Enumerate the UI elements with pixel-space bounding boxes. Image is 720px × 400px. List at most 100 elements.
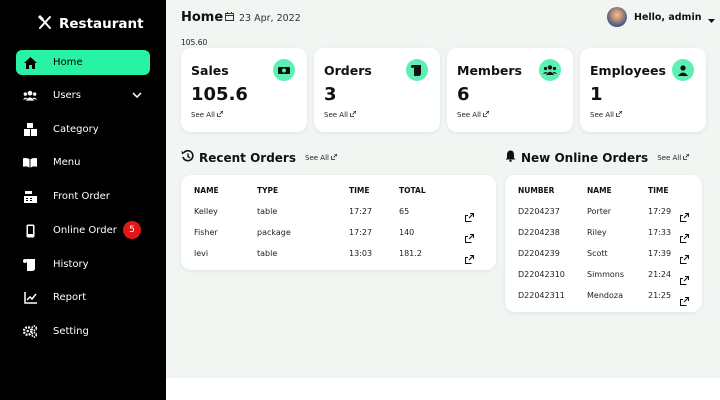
scroll-icon xyxy=(23,258,37,272)
sidebar-item-front-order[interactable]: Front Order xyxy=(16,184,150,209)
footer-area xyxy=(166,378,720,400)
card-value: 6 xyxy=(457,84,470,105)
user-menu[interactable]: Hello, admin xyxy=(607,7,716,27)
cell-time: 17:39 xyxy=(648,249,672,258)
cell-number: D22042311 xyxy=(518,291,565,300)
orders-card: Orders 3 See All xyxy=(314,48,440,132)
cell-time: 17:27 xyxy=(349,228,373,237)
date-display: 23 Apr, 2022 xyxy=(225,12,301,24)
column-header: TIME xyxy=(648,186,669,195)
cell-time: 21:24 xyxy=(648,270,672,279)
open-link-icon[interactable] xyxy=(464,249,475,268)
gears-icon xyxy=(23,325,37,339)
sidebar-item-label: Setting xyxy=(53,326,89,337)
online-orders-header: New Online Orders See All xyxy=(505,150,690,165)
money-icon xyxy=(273,59,295,81)
avatar[interactable] xyxy=(607,7,627,27)
see-all-link[interactable]: See All xyxy=(457,110,490,119)
cell-total: 140 xyxy=(399,228,415,237)
card-title: Sales xyxy=(191,63,229,78)
cell-number: D22042310 xyxy=(518,270,565,279)
mobile-icon xyxy=(23,224,37,238)
sidebar-item-label: Users xyxy=(53,90,82,101)
column-header: TYPE xyxy=(257,186,279,195)
column-header: TOTAL xyxy=(399,186,426,195)
card-value: 105.6 xyxy=(191,84,248,105)
column-header: NUMBER xyxy=(518,186,555,195)
column-header: NAME xyxy=(587,186,612,195)
column-header: NAME xyxy=(194,186,219,195)
sidebar-item-report[interactable]: Report xyxy=(16,285,150,310)
open-link-icon[interactable] xyxy=(464,228,475,247)
cell-time: 17:33 xyxy=(648,228,672,237)
history-icon xyxy=(181,149,194,165)
members-icon xyxy=(539,59,561,81)
cell-time: 13:03 xyxy=(349,249,373,258)
sidebar-item-history[interactable]: History xyxy=(16,252,150,277)
external-link-icon xyxy=(350,110,357,119)
cell-name: Scott xyxy=(587,249,608,258)
see-all-link[interactable]: See All xyxy=(657,153,690,162)
external-link-icon xyxy=(331,153,338,162)
fork-knife-icon xyxy=(37,14,53,34)
sidebar-item-category[interactable]: Category xyxy=(16,117,150,142)
notification-badge: 5 xyxy=(123,221,141,239)
cash-register-icon xyxy=(23,190,37,204)
cell-type: table xyxy=(257,207,278,216)
see-all-link[interactable]: See All xyxy=(305,153,338,162)
card-value: 1 xyxy=(590,84,603,105)
cell-name: Porter xyxy=(587,207,612,216)
employee-icon xyxy=(672,59,694,81)
user-greeting: Hello, admin xyxy=(634,11,702,23)
sidebar-item-label: Online Order xyxy=(53,225,117,236)
see-all-link[interactable]: See All xyxy=(590,110,623,119)
sidebar-item-label: Home xyxy=(53,57,83,68)
cell-name: Riley xyxy=(587,228,607,237)
sidebar-item-users[interactable]: Users xyxy=(16,83,150,108)
open-link-icon[interactable] xyxy=(679,249,690,268)
card-title: Employees xyxy=(590,63,666,78)
cell-total: 65 xyxy=(399,207,410,216)
cell-name: Simmons xyxy=(587,270,625,279)
page-title: Home xyxy=(181,10,224,25)
brand-name: Restaurant xyxy=(59,16,144,32)
open-link-icon[interactable] xyxy=(679,270,690,289)
open-link-icon[interactable] xyxy=(464,207,475,226)
open-link-icon[interactable] xyxy=(679,207,690,226)
brand[interactable]: Restaurant xyxy=(37,14,144,34)
total-value: 105.60 xyxy=(181,38,208,47)
card-title: Members xyxy=(457,63,522,78)
see-all-link[interactable]: See All xyxy=(191,110,224,119)
cell-name: levi xyxy=(194,249,209,258)
sidebar-item-label: Category xyxy=(53,124,99,135)
calendar-icon xyxy=(225,12,234,24)
cell-total: 181.2 xyxy=(399,249,422,258)
sidebar-item-home[interactable]: Home xyxy=(16,50,150,75)
cell-type: table xyxy=(257,249,278,258)
sidebar-item-label: Menu xyxy=(53,157,81,168)
sidebar-item-online-order[interactable]: Online Order 5 xyxy=(16,218,150,243)
cell-number: D2204237 xyxy=(518,207,560,216)
cell-time: 17:27 xyxy=(349,207,373,216)
date-text: 23 Apr, 2022 xyxy=(239,12,301,24)
see-all-link[interactable]: See All xyxy=(324,110,357,119)
cell-number: D2204239 xyxy=(518,249,560,258)
bell-icon xyxy=(505,150,516,165)
receipt-icon xyxy=(406,59,428,81)
book-icon xyxy=(23,156,37,170)
sidebar-item-setting[interactable]: Setting xyxy=(16,319,150,344)
sidebar-item-menu[interactable]: Menu xyxy=(16,150,150,175)
chevron-down-icon[interactable] xyxy=(132,90,142,101)
open-link-icon[interactable] xyxy=(679,228,690,247)
sidebar-item-label: Front Order xyxy=(53,191,110,202)
cell-name: Mendoza xyxy=(587,291,623,300)
caret-down-icon[interactable] xyxy=(708,8,716,27)
users-icon xyxy=(23,89,37,103)
cell-time: 21:25 xyxy=(648,291,672,300)
section-title: Recent Orders xyxy=(199,150,296,165)
external-link-icon xyxy=(616,110,623,119)
open-link-icon[interactable] xyxy=(679,291,690,310)
card-value: 3 xyxy=(324,84,337,105)
home-icon xyxy=(23,56,37,70)
sidebar: Restaurant Home Users Category Menu Fron… xyxy=(0,0,166,400)
